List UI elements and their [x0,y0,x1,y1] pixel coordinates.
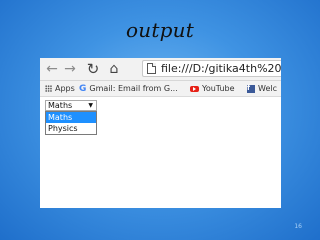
google-g-icon: G [79,83,87,94]
subject-select[interactable]: Maths ▼ [45,100,97,111]
bookmark-label: Welc [258,84,277,93]
slide-number: 16 [294,223,302,230]
home-icon[interactable]: ⌂ [106,60,122,78]
bookmark-label: Gmail: Email from G... [89,84,178,93]
youtube-icon [190,85,199,92]
browser-toolbar: ← → ↻ ⌂ file:///D:/gitika4th%20sem/l [40,58,281,81]
facebook-icon: f [247,84,255,93]
forward-arrow-icon[interactable]: → [62,60,78,78]
address-url: file:///D:/gitika4th%20sem/l [161,62,281,75]
reload-icon[interactable]: ↻ [85,60,101,78]
dropdown-list: Maths Physics [45,111,97,135]
option-maths[interactable]: Maths [46,112,96,123]
bookmark-label: YouTube [202,84,235,93]
address-bar[interactable]: file:///D:/gitika4th%20sem/l [142,60,281,77]
bookmark-youtube[interactable]: YouTube [190,82,235,95]
page-content: Maths ▼ Maths Physics [40,97,281,208]
select-value: Maths [48,101,73,110]
dropdown-arrow-icon: ▼ [88,102,93,109]
bookmark-label: Apps [55,84,75,93]
bookmark-facebook[interactable]: f Welc [247,82,277,95]
slide-title: output [126,18,194,42]
bookmarks-bar: Apps G Gmail: Email from G... YouTube f … [40,81,281,97]
page-icon [147,63,156,74]
apps-grid-icon [45,85,52,92]
back-arrow-icon[interactable]: ← [44,60,60,78]
option-physics[interactable]: Physics [46,123,96,134]
bookmark-gmail[interactable]: G Gmail: Email from G... [79,82,178,95]
browser-window: ← → ↻ ⌂ file:///D:/gitika4th%20sem/l App… [40,58,281,208]
bookmark-apps[interactable]: Apps [45,82,75,95]
